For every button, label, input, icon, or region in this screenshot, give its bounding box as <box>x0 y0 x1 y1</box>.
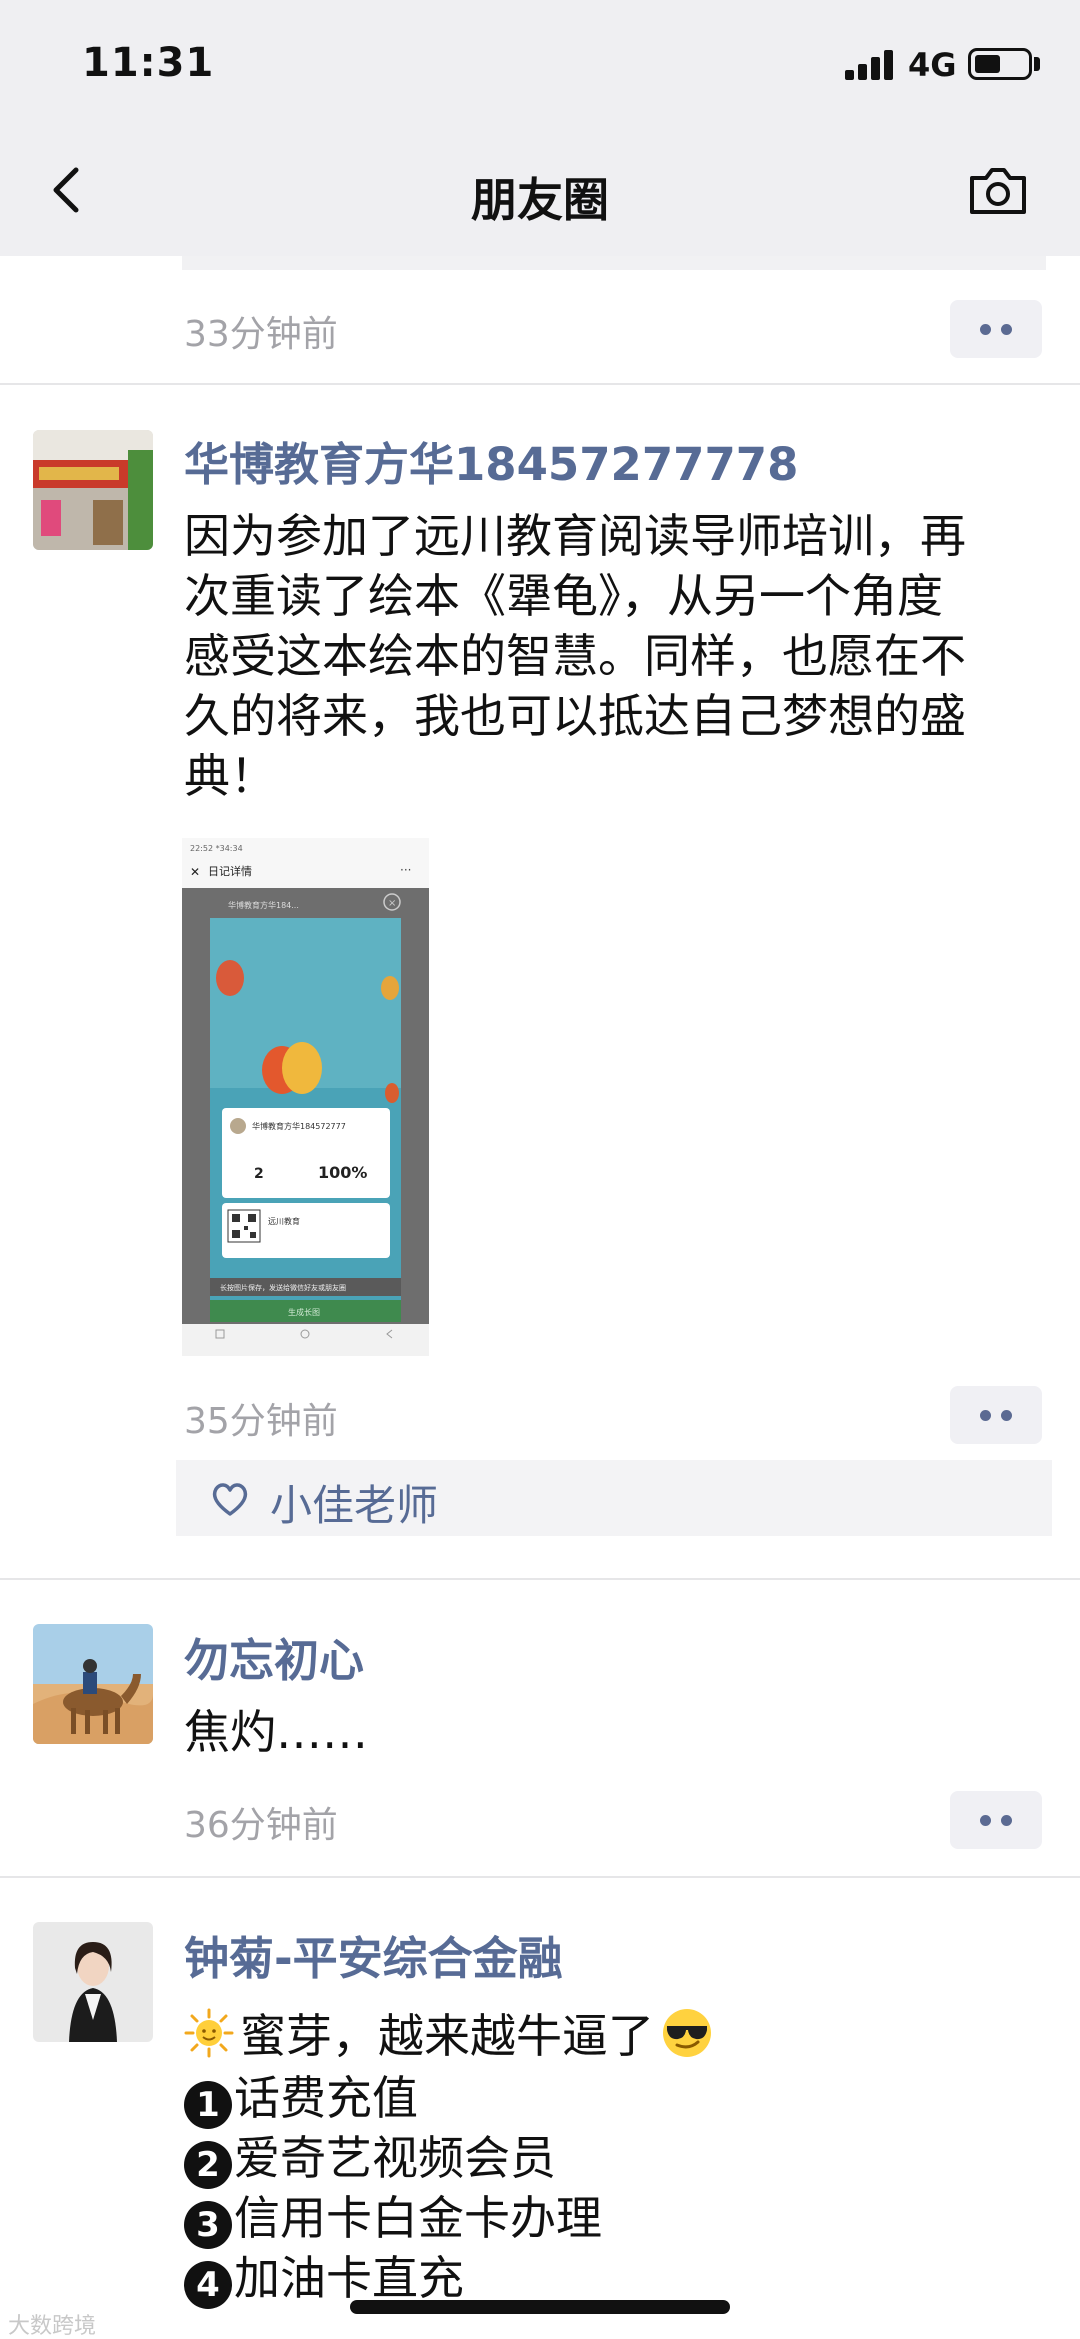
image-tip: 长按图片保存，发送给微信好友或朋友圈 <box>220 1283 346 1292</box>
post-intro: 蜜芽，越来越牛逼了 <box>184 2000 714 2066</box>
sunglasses-emoji-icon <box>663 2009 711 2057</box>
intro-text: 蜜芽，越来越牛逼了 <box>240 2009 654 2063</box>
image-count: 2 <box>254 1166 264 1182</box>
image-card-name: 华博教育方华184572777 <box>252 1121 346 1131</box>
text-line: 感受这本绘本的智慧。同样，也愿在不 <box>184 629 966 683</box>
list-item-text: 信用卡白金卡办理 <box>234 2191 602 2245</box>
more-button[interactable] <box>950 1791 1042 1849</box>
list-item: 2 爱奇艺视频会员 <box>184 2122 556 2189</box>
image-statusbar: 22:52 *34:34 <box>190 844 243 853</box>
image-header: 日记详情 <box>208 864 252 878</box>
page-title: 朋友圈 <box>471 173 609 227</box>
image-percent: 100% <box>318 1163 367 1182</box>
more-button[interactable] <box>950 300 1042 358</box>
divider <box>0 383 1080 385</box>
status-time: 11:31 <box>82 40 215 86</box>
image-brand: 远川教育 <box>268 1216 300 1226</box>
text-line: 次重读了绘本《犟龟》，从另一个角度 <box>184 569 943 623</box>
camera-icon[interactable] <box>966 160 1030 220</box>
text-line: 典！ <box>184 749 276 803</box>
post-author[interactable]: 勿忘初心 <box>184 1624 364 1689</box>
nav-bar: 朋友圈 <box>0 130 1080 256</box>
image-author: 华博教育方华184... <box>228 900 299 910</box>
list-item: 3 信用卡白金卡办理 <box>184 2182 602 2249</box>
home-indicator[interactable] <box>350 2300 730 2314</box>
signal-icon <box>845 48 897 80</box>
avatar[interactable] <box>33 430 153 550</box>
divider <box>0 1578 1080 1580</box>
image-button: 生成长图 <box>288 1307 320 1317</box>
post-time: 33分钟前 <box>184 314 338 355</box>
more-button[interactable] <box>950 1386 1042 1444</box>
post-author[interactable]: 钟菊-平安综合金融 <box>184 1922 563 1987</box>
network-label: 4G <box>908 46 957 84</box>
divider <box>0 1876 1080 1878</box>
list-item-text: 加油卡直充 <box>234 2251 464 2305</box>
list-item: 1 话费充值 <box>184 2062 418 2129</box>
list-item-text: 话费充值 <box>234 2071 418 2125</box>
svg-text:···: ··· <box>400 863 411 877</box>
avatar[interactable] <box>33 1624 153 1744</box>
previous-post-card <box>182 256 1046 270</box>
post-time: 35分钟前 <box>184 1401 338 1442</box>
post-text: 焦灼…… <box>184 1705 368 1759</box>
sun-emoji-icon <box>184 2008 234 2058</box>
post-image[interactable]: 22:52 *34:34 ✕ 日记详情 ··· 华博教育方华184... × 华… <box>182 838 429 1356</box>
status-bar: 11:31 4G <box>0 0 1080 130</box>
post-time: 36分钟前 <box>184 1805 338 1846</box>
post-author[interactable]: 华博教育方华18457277778 <box>184 428 798 493</box>
svg-text:✕: ✕ <box>190 865 200 879</box>
svg-text:×: × <box>388 898 396 909</box>
list-item-text: 爱奇艺视频会员 <box>234 2131 556 2185</box>
likes-box: 小佳老师 <box>176 1460 1052 1536</box>
like-user[interactable]: 小佳老师 <box>270 1472 438 1533</box>
number-badge: 4 <box>184 2261 232 2309</box>
text-line: 久的将来，我也可以抵达自己梦想的盛 <box>184 689 966 743</box>
battery-icon <box>968 48 1032 80</box>
list-item: 4 加油卡直充 <box>184 2242 464 2309</box>
text-line: 因为参加了远川教育阅读导师培训，再 <box>184 509 966 563</box>
heart-icon <box>212 1483 248 1516</box>
post-text: 因为参加了远川教育阅读导师培训，再 次重读了绘本《犟龟》，从另一个角度 感受这本… <box>184 506 1044 806</box>
avatar[interactable] <box>33 1922 153 2042</box>
watermark: 大数跨境 <box>8 2314 97 2339</box>
